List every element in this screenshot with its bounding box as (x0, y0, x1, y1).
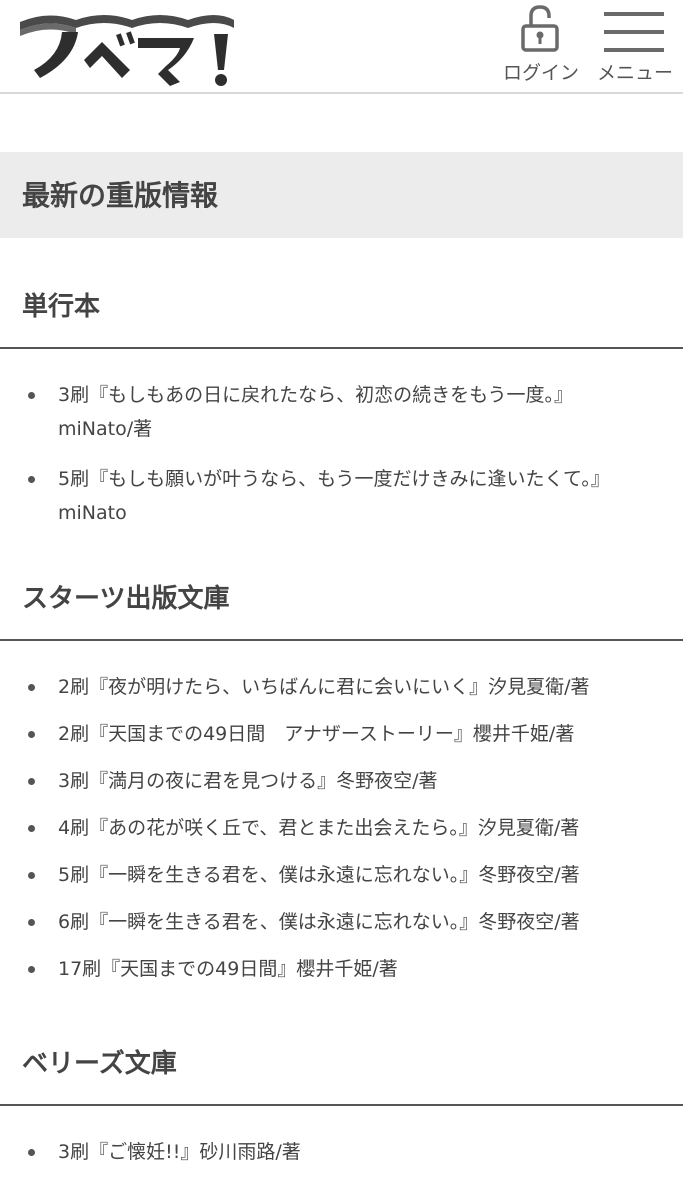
category-title-starts-bunko: スターツ出版文庫 (22, 584, 230, 614)
list-item: 6刷『一瞬を生きる君を、僕は永遠に忘れない。』冬野夜空/著 (0, 905, 683, 939)
category-title-tankoubon: 単行本 (22, 292, 101, 322)
reprint-list-starts-bunko: 2刷『夜が明けたら、いちばんに君に会いにいく』汐見夏衛/著 2刷『天国までの49… (0, 670, 683, 986)
login-label: ログイン (502, 62, 579, 84)
page-title: 最新の重版情報 (22, 179, 219, 212)
list-item: 17刷『天国までの49日間』櫻井千姫/著 (0, 952, 683, 986)
menu-label: メニュー (596, 62, 673, 84)
login-button[interactable]: ログイン (496, 0, 586, 92)
list-item: 5刷『一瞬を生きる君を、僕は永遠に忘れない。』冬野夜空/著 (0, 858, 683, 892)
site-header: ログイン メニュー (0, 0, 683, 94)
reprint-list-tankoubon: 3刷『もしもあの日に戻れたなら、初恋の続きをもう一度。』miNato/著 5刷『… (0, 378, 683, 530)
novema-logo[interactable] (18, 8, 244, 88)
reprint-list-berrys-bunko: 3刷『ご懐妊!!』砂川雨路/著 (0, 1135, 683, 1169)
category-title-berrys-bunko: ベリーズ文庫 (22, 1049, 177, 1079)
list-item: 2刷『天国までの49日間 アナザーストーリー』櫻井千姫/著 (0, 717, 683, 751)
reprint-info-banner: 最新の重版情報 (0, 152, 683, 238)
list-item: 3刷『もしもあの日に戻れたなら、初恋の続きをもう一度。』miNato/著 (0, 378, 683, 446)
menu-button[interactable]: メニュー (594, 0, 676, 92)
list-item: 3刷『ご懐妊!!』砂川雨路/著 (0, 1135, 683, 1169)
unlock-icon (521, 5, 559, 52)
divider (0, 1104, 683, 1106)
hamburger-icon (604, 12, 664, 52)
list-item: 3刷『満月の夜に君を見つける』冬野夜空/著 (0, 764, 683, 798)
divider (0, 347, 683, 349)
divider (0, 639, 683, 641)
list-item: 4刷『あの花が咲く丘で、君とまた出会えたら。』汐見夏衛/著 (0, 811, 683, 845)
list-item: 2刷『夜が明けたら、いちばんに君に会いにいく』汐見夏衛/著 (0, 670, 683, 704)
list-item: 5刷『もしも願いが叶うなら、もう一度だけきみに逢いたくて。』miNato (0, 462, 683, 530)
